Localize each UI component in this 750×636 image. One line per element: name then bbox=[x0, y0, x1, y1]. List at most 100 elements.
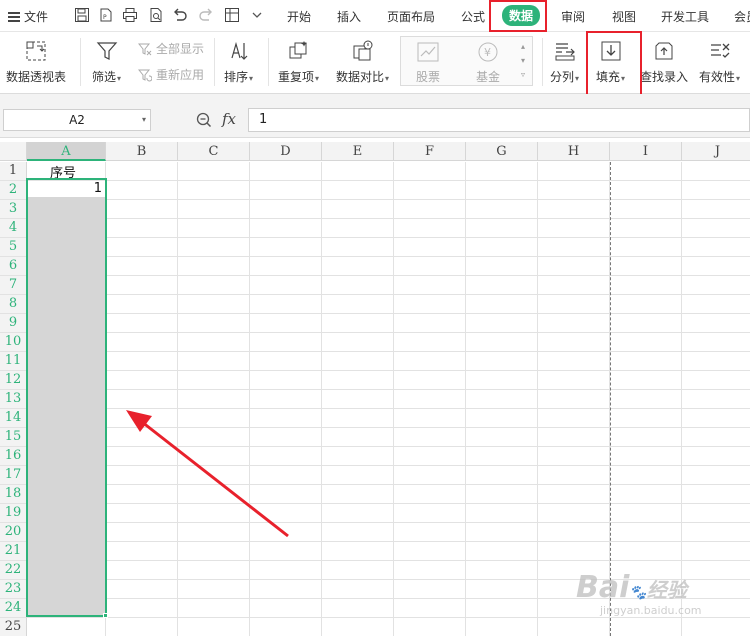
row-header-23[interactable]: 23 bbox=[0, 580, 27, 599]
row-header-19[interactable]: 19 bbox=[0, 504, 27, 523]
tab-developer[interactable]: 开发工具 bbox=[661, 8, 709, 25]
column-header-c[interactable]: C bbox=[178, 142, 250, 161]
row-header-12[interactable]: 12 bbox=[0, 371, 27, 390]
row-header-4[interactable]: 4 bbox=[0, 219, 27, 238]
column-header-d[interactable]: D bbox=[250, 142, 322, 161]
row-header-21[interactable]: 21 bbox=[0, 542, 27, 561]
row-header-9[interactable]: 9 bbox=[0, 314, 27, 333]
column-header-i[interactable]: I bbox=[610, 142, 682, 161]
format-painter-icon[interactable] bbox=[224, 7, 240, 23]
row-header-3[interactable]: 3 bbox=[0, 200, 27, 219]
row-header-7[interactable]: 7 bbox=[0, 276, 27, 295]
row-header-16[interactable]: 16 bbox=[0, 447, 27, 466]
column-header-f[interactable]: F bbox=[394, 142, 466, 161]
show-all-label: 全部显示 bbox=[156, 42, 205, 56]
grid-row-line bbox=[27, 560, 750, 561]
show-all-icon bbox=[138, 43, 152, 55]
row-header-13[interactable]: 13 bbox=[0, 390, 27, 409]
stock-icon bbox=[417, 42, 439, 62]
tab-member[interactable]: 会员 bbox=[734, 8, 750, 25]
menu-bar: 文件 P 开始 插入 页面布局 公式 数据 审阅 视图 开发工具 会员 bbox=[0, 0, 750, 32]
filter-button[interactable]: 筛选▾ bbox=[92, 40, 121, 85]
row-header-15[interactable]: 15 bbox=[0, 428, 27, 447]
row-header-17[interactable]: 17 bbox=[0, 466, 27, 485]
row-header-14[interactable]: 14 bbox=[0, 409, 27, 428]
row-header-10[interactable]: 10 bbox=[0, 333, 27, 352]
column-header-b[interactable]: B bbox=[106, 142, 178, 161]
formula-input[interactable]: 1 bbox=[248, 108, 750, 132]
file-menu[interactable]: 文件 bbox=[8, 8, 48, 25]
row-header-11[interactable]: 11 bbox=[0, 352, 27, 371]
row-header-18[interactable]: 18 bbox=[0, 485, 27, 504]
filter-label: 筛选 bbox=[92, 70, 117, 84]
cell-reference: A2 bbox=[69, 113, 85, 127]
show-all-button[interactable]: 全部显示 bbox=[138, 40, 204, 57]
undo-icon[interactable] bbox=[172, 7, 188, 23]
reapply-icon bbox=[138, 69, 152, 81]
fund-label: 基金 bbox=[476, 70, 501, 84]
grid-row-line bbox=[27, 294, 750, 295]
watermark-url: jingyan.baidu.com bbox=[600, 604, 702, 617]
tab-view[interactable]: 视图 bbox=[612, 8, 636, 25]
page-break-line bbox=[610, 162, 611, 636]
spreadsheet-grid[interactable]: A B C D E F G H I J 1 2 3 4 5 6 7 8 9 10 11 12 13 14 15 16 17 18 19 2… bbox=[0, 142, 750, 636]
stock-button[interactable]: 股票 bbox=[416, 42, 440, 85]
row-header-22[interactable]: 22 bbox=[0, 561, 27, 580]
column-header-h[interactable]: H bbox=[538, 142, 610, 161]
validation-label: 有效性 bbox=[699, 70, 736, 84]
reapply-button[interactable]: 重新应用 bbox=[138, 66, 204, 83]
grid-row-line bbox=[27, 313, 750, 314]
split-column-button[interactable]: 分列▾ bbox=[550, 40, 579, 85]
row-header-6[interactable]: 6 bbox=[0, 257, 27, 276]
pivot-table-icon bbox=[26, 41, 46, 61]
column-header-e[interactable]: E bbox=[322, 142, 394, 161]
print-preview-icon[interactable] bbox=[148, 7, 164, 23]
tab-home[interactable]: 开始 bbox=[287, 8, 311, 25]
row-header-2[interactable]: 2 bbox=[0, 181, 27, 200]
column-header-j[interactable]: J bbox=[682, 142, 750, 161]
pivot-table-button[interactable]: 数据透视表 bbox=[6, 40, 66, 85]
tab-review[interactable]: 审阅 bbox=[561, 8, 585, 25]
tab-insert[interactable]: 插入 bbox=[337, 8, 361, 25]
print-icon[interactable] bbox=[122, 7, 138, 23]
row-header-20[interactable]: 20 bbox=[0, 523, 27, 542]
hamburger-icon bbox=[8, 11, 20, 22]
filter-icon bbox=[96, 42, 117, 60]
row-header-25[interactable]: 25 bbox=[0, 618, 27, 636]
insert-function-button[interactable]: fx bbox=[222, 110, 236, 128]
split-column-label: 分列 bbox=[550, 70, 575, 84]
grid-row-line bbox=[27, 218, 750, 219]
save-icon[interactable] bbox=[74, 7, 90, 23]
duplicates-button[interactable]: 重复项▾ bbox=[278, 40, 319, 85]
row-header-1[interactable]: 1 bbox=[0, 162, 27, 181]
grid-column-line bbox=[393, 162, 394, 636]
validation-icon bbox=[710, 43, 729, 58]
name-box-dropdown-icon[interactable]: ▾ bbox=[142, 110, 146, 130]
lookup-entry-icon bbox=[655, 42, 673, 60]
row-header-8[interactable]: 8 bbox=[0, 295, 27, 314]
redo-icon[interactable] bbox=[198, 7, 214, 23]
grid-row-line bbox=[27, 332, 750, 333]
gallery-scroll[interactable]: ▴ ▾ ▿ bbox=[521, 40, 525, 82]
row-header-5[interactable]: 5 bbox=[0, 238, 27, 257]
row-header-24[interactable]: 24 bbox=[0, 599, 27, 618]
fund-button[interactable]: ¥ 基金 bbox=[476, 42, 500, 85]
data-compare-button[interactable]: 数据对比▾ bbox=[336, 40, 389, 85]
export-pdf-icon[interactable]: P bbox=[98, 7, 114, 23]
name-box[interactable]: A2 ▾ bbox=[3, 109, 151, 131]
lookup-entry-button[interactable]: 查找录入 bbox=[640, 40, 688, 85]
validation-button[interactable]: 有效性▾ bbox=[699, 40, 740, 85]
chevron-down-icon[interactable] bbox=[252, 10, 262, 20]
column-header-a[interactable]: A bbox=[27, 142, 106, 161]
zoom-icon[interactable] bbox=[196, 112, 212, 128]
grid-row-line bbox=[27, 180, 750, 181]
split-column-icon bbox=[555, 43, 575, 61]
tab-page-layout[interactable]: 页面布局 bbox=[387, 8, 435, 25]
fill-handle[interactable] bbox=[103, 613, 108, 618]
duplicates-label: 重复项 bbox=[278, 70, 315, 84]
select-all-corner[interactable] bbox=[0, 142, 27, 161]
sort-button[interactable]: 排序▾ bbox=[224, 40, 253, 85]
column-header-g[interactable]: G bbox=[466, 142, 538, 161]
tab-formulas[interactable]: 公式 bbox=[461, 8, 485, 25]
grid-column-line bbox=[537, 162, 538, 636]
